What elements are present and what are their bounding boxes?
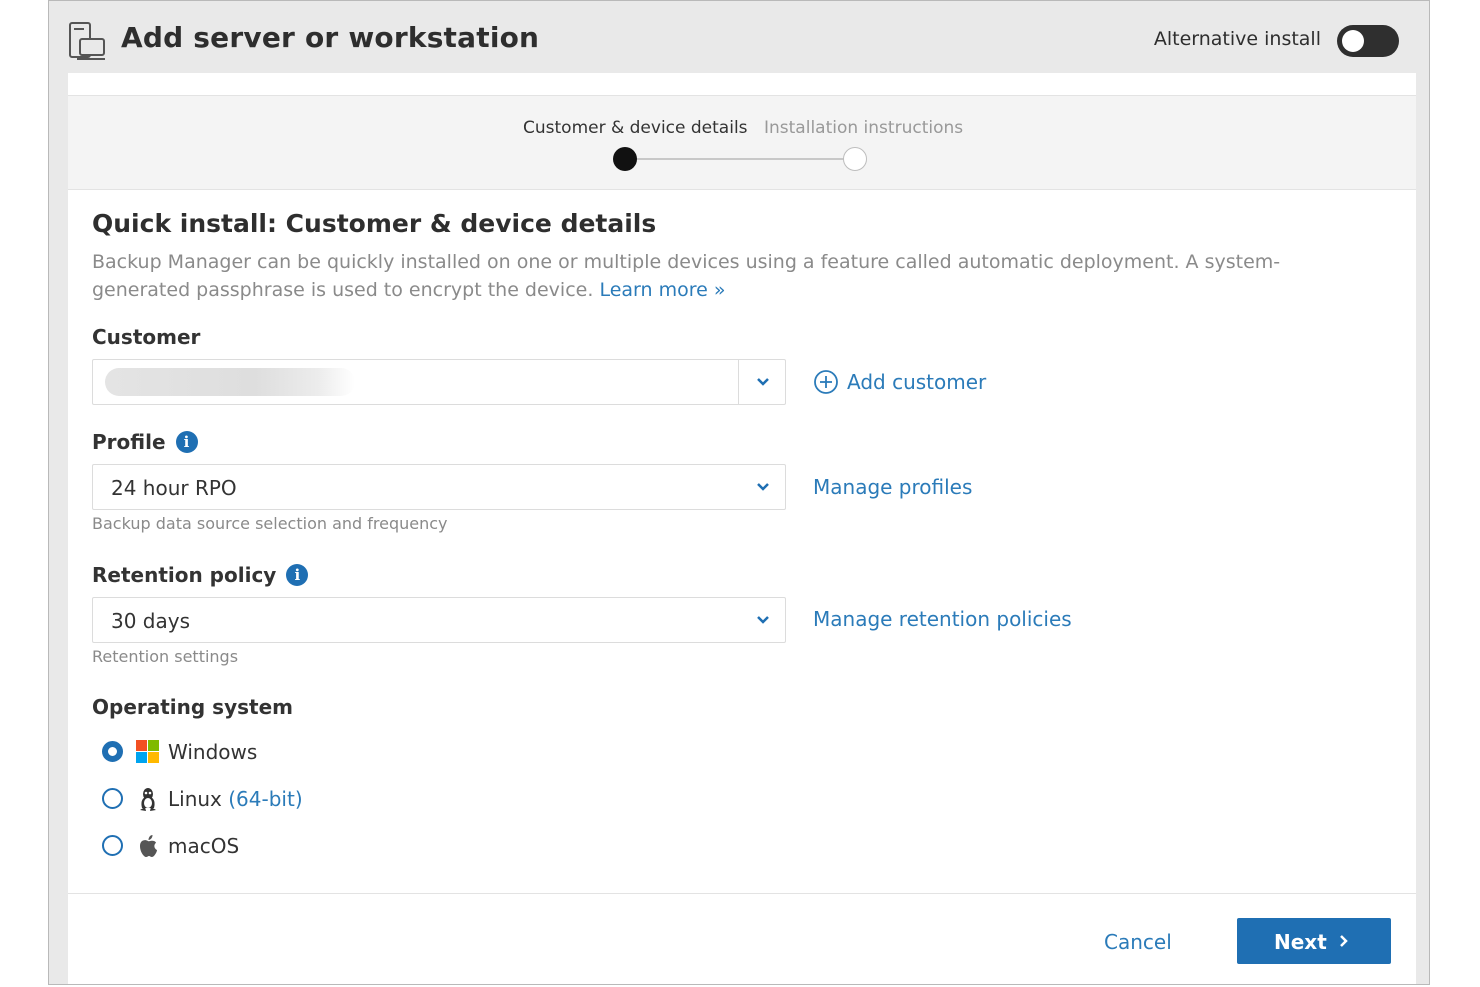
next-button[interactable]: Next: [1237, 918, 1391, 964]
add-device-dialog: Add server or workstation Alternative in…: [48, 0, 1430, 985]
customer-label: Customer: [92, 325, 201, 349]
linux-radio[interactable]: [102, 788, 123, 809]
step-customer-device-marker: [613, 147, 637, 171]
profile-selected-value: 24 hour RPO: [111, 476, 237, 500]
dialog-title: Add server or workstation: [121, 21, 540, 54]
linux-label: Linux: [168, 787, 222, 811]
alternative-install-label: Alternative install: [1153, 28, 1321, 50]
section-description: Backup Manager can be quickly installed …: [92, 248, 1362, 304]
cancel-button[interactable]: Cancel: [1104, 930, 1172, 954]
manage-profiles-link[interactable]: Manage profiles: [813, 475, 972, 499]
profile-select[interactable]: 24 hour RPO: [92, 464, 786, 510]
manage-retention-policies-link[interactable]: Manage retention policies: [813, 607, 1072, 631]
stepper: Customer & device details Installation i…: [68, 95, 1416, 190]
add-customer-label: Add customer: [847, 370, 987, 394]
operating-system-label: Operating system: [92, 695, 293, 719]
step-installation-marker: [843, 147, 867, 171]
select-divider: [738, 360, 739, 404]
dialog-body: Customer & device details Installation i…: [68, 73, 1416, 984]
retention-selected-value: 30 days: [111, 609, 191, 633]
macos-radio[interactable]: [102, 835, 123, 856]
plus-circle-icon: [814, 370, 838, 394]
apple-icon: [140, 835, 157, 857]
macos-label: macOS: [168, 834, 240, 858]
step-installation-label: Installation instructions: [764, 118, 964, 138]
next-button-label: Next: [1274, 930, 1327, 954]
linux-icon: [140, 788, 156, 811]
profile-label: Profile i: [92, 430, 198, 454]
chevron-down-icon[interactable]: [755, 376, 771, 388]
retention-label: Retention policy i: [92, 563, 309, 587]
chevron-down-icon[interactable]: [755, 481, 771, 493]
section-title: Quick install: Customer & device details: [92, 209, 657, 238]
chevron-down-icon[interactable]: [755, 614, 771, 626]
retention-label-text: Retention policy: [92, 563, 277, 587]
profile-hint: Backup data source selection and frequen…: [92, 514, 448, 533]
info-icon[interactable]: i: [175, 431, 198, 453]
retention-hint: Retention settings: [92, 647, 239, 666]
dialog-header: Add server or workstation Alternative in…: [49, 1, 1429, 73]
linux-64bit-note: (64-bit): [228, 787, 303, 811]
retention-select[interactable]: 30 days: [92, 597, 786, 643]
devices-icon: [69, 22, 105, 60]
windows-radio[interactable]: [102, 741, 123, 762]
stepper-line: [625, 158, 855, 160]
customer-select[interactable]: [92, 359, 786, 405]
learn-more-link[interactable]: Learn more »: [599, 279, 725, 301]
alternative-install-toggle[interactable]: [1337, 25, 1399, 57]
chevron-right-icon: [1340, 935, 1348, 947]
windows-icon: [136, 740, 159, 763]
customer-redacted-value: [105, 368, 355, 396]
linux-label-group: Linux (64-bit): [168, 787, 303, 811]
toggle-knob: [1342, 30, 1364, 52]
dialog-footer: Cancel Next: [68, 893, 1416, 984]
profile-label-text: Profile: [92, 430, 166, 454]
step-customer-device-label: Customer & device details: [523, 118, 748, 138]
windows-label: Windows: [168, 740, 258, 764]
info-icon[interactable]: i: [286, 564, 309, 586]
